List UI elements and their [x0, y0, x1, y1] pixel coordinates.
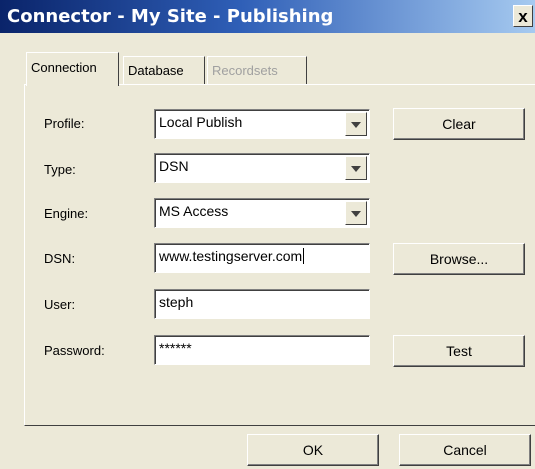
window-title: Connector - My Site - Publishing [7, 6, 334, 27]
chevron-down-icon[interactable] [345, 112, 367, 136]
tab-connection[interactable]: Connection [26, 52, 119, 86]
browse-button[interactable]: Browse... [393, 243, 525, 275]
dsn-value: www.testingserver.com [159, 248, 303, 264]
close-button[interactable]: x [513, 5, 533, 27]
tab-database[interactable]: Database [123, 56, 205, 85]
test-button[interactable]: Test [393, 335, 525, 367]
engine-value: MS Access [159, 203, 229, 219]
tab-recordsets: Recordsets [207, 56, 307, 85]
type-dropdown[interactable]: DSN [154, 153, 370, 183]
password-value: ****** [159, 340, 192, 356]
engine-label: Engine: [44, 206, 89, 221]
dsn-input[interactable]: www.testingserver.com [154, 243, 370, 273]
chevron-down-icon[interactable] [345, 201, 367, 225]
cancel-button[interactable]: Cancel [399, 434, 531, 466]
type-label: Type: [44, 162, 76, 177]
password-input[interactable]: ****** [154, 335, 370, 365]
profile-label: Profile: [44, 116, 85, 131]
ok-button[interactable]: OK [247, 434, 379, 466]
password-label: Password: [44, 343, 105, 358]
engine-dropdown[interactable]: MS Access [154, 198, 370, 228]
clear-button[interactable]: Clear [393, 108, 525, 140]
user-input[interactable]: steph [154, 289, 370, 319]
type-value: DSN [159, 158, 189, 174]
profile-value: Local Publish [159, 114, 243, 130]
profile-dropdown[interactable]: Local Publish [154, 109, 370, 139]
chevron-down-icon[interactable] [345, 156, 367, 180]
connector-dialog: Connector - My Site - Publishing x Conne… [0, 0, 535, 469]
user-value: steph [159, 294, 194, 310]
dsn-label: DSN: [44, 251, 76, 266]
user-label: User: [44, 297, 76, 312]
close-icon: x [518, 7, 528, 26]
title-bar[interactable]: Connector - My Site - Publishing x [0, 0, 535, 33]
text-caret [303, 248, 305, 264]
